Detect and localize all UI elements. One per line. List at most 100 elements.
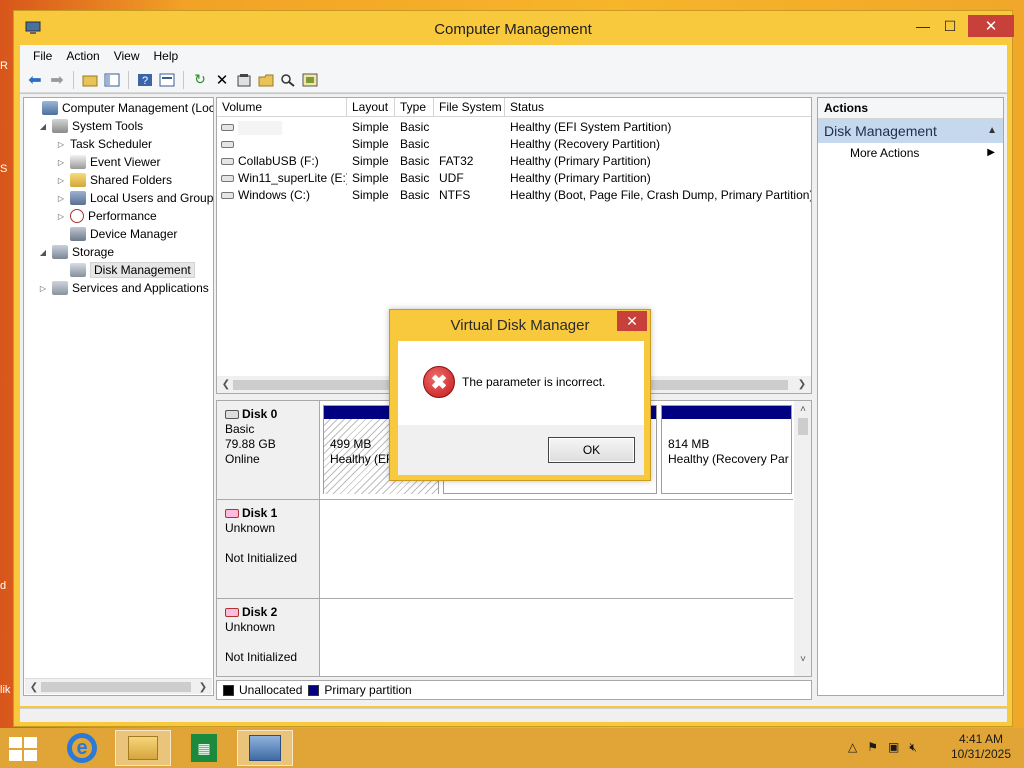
scroll-thumb[interactable]: [798, 418, 808, 435]
partition-recovery[interactable]: 814 MB Healthy (Recovery Par: [661, 405, 792, 494]
tree-item-storage[interactable]: ◢ Storage: [38, 243, 114, 261]
volume-cell-volume: CollabUSB (F:): [221, 153, 347, 170]
volume-row[interactable]: Simple Basic Healthy (EFI System Partition…: [217, 119, 811, 136]
expand-closed-icon[interactable]: ▷: [56, 194, 66, 203]
taskbar-store[interactable]: ▦: [176, 730, 232, 766]
volume-row[interactable]: Win11_superLite (E:) Simple Basic UDF Health…: [217, 170, 811, 187]
expand-closed-icon[interactable]: ▷: [56, 212, 66, 221]
start-button[interactable]: [9, 737, 39, 761]
disk-pane-vscroll[interactable]: ˄ ˅: [794, 401, 811, 676]
collapse-up-icon[interactable]: ▲: [987, 119, 997, 143]
expand-closed-icon[interactable]: ▷: [38, 284, 48, 293]
scroll-down-icon[interactable]: ˅: [796, 651, 810, 667]
scroll-right-icon[interactable]: ❯: [795, 376, 809, 392]
col-volume[interactable]: Volume: [217, 98, 347, 117]
error-icon: ✖: [423, 366, 455, 398]
taskbar-file-explorer[interactable]: [115, 730, 171, 766]
col-type[interactable]: Type: [395, 98, 434, 117]
scroll-left-icon[interactable]: ❮: [219, 376, 233, 392]
close-button[interactable]: ✕: [968, 15, 1014, 37]
disk-row-2[interactable]: Disk 2 Unknown Not Initialized: [217, 599, 793, 676]
volume-cell-type: Basic: [400, 170, 435, 187]
disk-1-name: Disk 1: [242, 506, 278, 520]
scroll-thumb[interactable]: [41, 682, 191, 692]
expand-closed-icon[interactable]: ▷: [56, 158, 66, 167]
actions-section-disk-management[interactable]: Disk Management ▲: [818, 119, 1003, 143]
legend-primary: Primary partition: [324, 683, 412, 697]
tree-item-computer-management-local[interactable]: Computer Management (Local: [28, 99, 213, 117]
ok-button[interactable]: OK: [548, 437, 635, 463]
back-arrow-icon[interactable]: ⬅: [26, 71, 44, 89]
menu-action[interactable]: Action: [59, 49, 106, 63]
forward-arrow-icon[interactable]: ➡: [48, 71, 66, 89]
col-file-system[interactable]: File System: [434, 98, 505, 117]
taskbar-clock[interactable]: 4:41 AM 10/31/2025: [945, 732, 1017, 762]
volume-row[interactable]: Windows (C:) Simple Basic NTFS Healthy (Boot…: [217, 187, 811, 204]
disk-row-1[interactable]: Disk 1 Unknown Not Initialized: [217, 500, 793, 599]
volume-cell-fs: NTFS: [439, 187, 505, 204]
more-actions-item[interactable]: More Actions ▶: [818, 143, 1003, 163]
help-icon[interactable]: ?: [136, 71, 154, 89]
col-status[interactable]: Status: [505, 98, 811, 117]
tree-item-disk-management[interactable]: Disk Management: [56, 261, 195, 279]
menu-help[interactable]: Help: [147, 49, 186, 63]
tree-hscroll[interactable]: ❮ ❯: [25, 678, 212, 694]
file-explorer-icon: [128, 736, 158, 760]
tree-item-local-users-and-groups[interactable]: ▷ Local Users and Groups: [56, 189, 213, 207]
disk-info-2[interactable]: Disk 2 Unknown Not Initialized: [217, 599, 320, 676]
scroll-up-icon[interactable]: ˄: [796, 401, 810, 417]
dialog-close-button[interactable]: ✕: [617, 311, 647, 331]
expand-closed-icon[interactable]: ▷: [56, 176, 66, 185]
tree-item-device-manager[interactable]: Device Manager: [56, 225, 177, 243]
expand-open-icon[interactable]: ◢: [38, 122, 48, 131]
title-bar[interactable]: Computer Management — ☐ ✕: [14, 11, 1014, 47]
refresh-icon[interactable]: ↻: [191, 71, 209, 89]
minimize-button[interactable]: —: [909, 15, 937, 37]
tree-item-services-and-applications[interactable]: ▷ Services and Applications: [38, 279, 209, 297]
menu-view[interactable]: View: [107, 49, 147, 63]
tree-item-event-viewer[interactable]: ▷ Event Viewer: [56, 153, 160, 171]
expand-closed-icon[interactable]: ▷: [56, 140, 66, 149]
up-folder-icon[interactable]: [81, 71, 99, 89]
disk-info-1[interactable]: Disk 1 Unknown Not Initialized: [217, 500, 320, 598]
disk-2-status: Not Initialized: [225, 650, 298, 664]
show-hidden-icons-icon[interactable]: △: [848, 740, 857, 755]
scroll-left-icon[interactable]: ❮: [27, 679, 41, 695]
volume-cell-layout: Simple: [352, 170, 396, 187]
disk-info-0[interactable]: Disk 0 Basic 79.88 GB Online: [217, 401, 320, 499]
show-hide-tree-icon[interactable]: [103, 71, 121, 89]
volume-cell-volume: [221, 136, 347, 153]
tools-icon: [52, 119, 68, 133]
taskbar-internet-explorer[interactable]: e: [54, 730, 110, 766]
network-icon[interactable]: ▣: [888, 740, 899, 755]
tree-item-shared-folders[interactable]: ▷ Shared Folders: [56, 171, 172, 189]
col-layout[interactable]: Layout: [347, 98, 395, 117]
menu-file[interactable]: File: [26, 49, 59, 63]
properties-icon[interactable]: [235, 71, 253, 89]
tree-item-performance[interactable]: ▷ Performance: [56, 207, 157, 225]
search-icon[interactable]: [279, 71, 297, 89]
volume-row[interactable]: Simple Basic Healthy (Recovery Partition): [217, 136, 811, 153]
drive-icon: [221, 124, 234, 132]
maximize-button[interactable]: ☐: [936, 15, 964, 37]
expand-open-icon[interactable]: ◢: [38, 248, 48, 257]
legend-unallocated-swatch: [223, 684, 234, 696]
export-icon[interactable]: [301, 71, 319, 89]
volume-type-text: Basic: [400, 137, 430, 151]
open-folder-icon[interactable]: [257, 71, 275, 89]
volume-cell-type: Basic: [400, 119, 435, 136]
disk-icon: [70, 263, 86, 277]
volume-muted-icon[interactable]: 🔇︎: [909, 740, 917, 755]
delete-icon[interactable]: ✕: [213, 71, 231, 89]
volume-cell-volume: [221, 119, 347, 136]
taskbar-computer-management[interactable]: [237, 730, 293, 766]
scroll-right-icon[interactable]: ❯: [196, 679, 210, 695]
tree-item-task-scheduler[interactable]: ▷ Task Scheduler: [56, 135, 152, 153]
tree-item-system-tools[interactable]: ◢ System Tools: [38, 117, 143, 135]
volume-row[interactable]: CollabUSB (F:) Simple Basic FAT32 Healthy (P…: [217, 153, 811, 170]
action-center-flag-icon[interactable]: ⚑: [867, 740, 878, 755]
toolbar-separator: [128, 70, 129, 89]
dialog-footer: OK: [398, 425, 644, 475]
properties-view-icon[interactable]: [158, 71, 176, 89]
desktop-icon-label: R: [0, 60, 8, 72]
